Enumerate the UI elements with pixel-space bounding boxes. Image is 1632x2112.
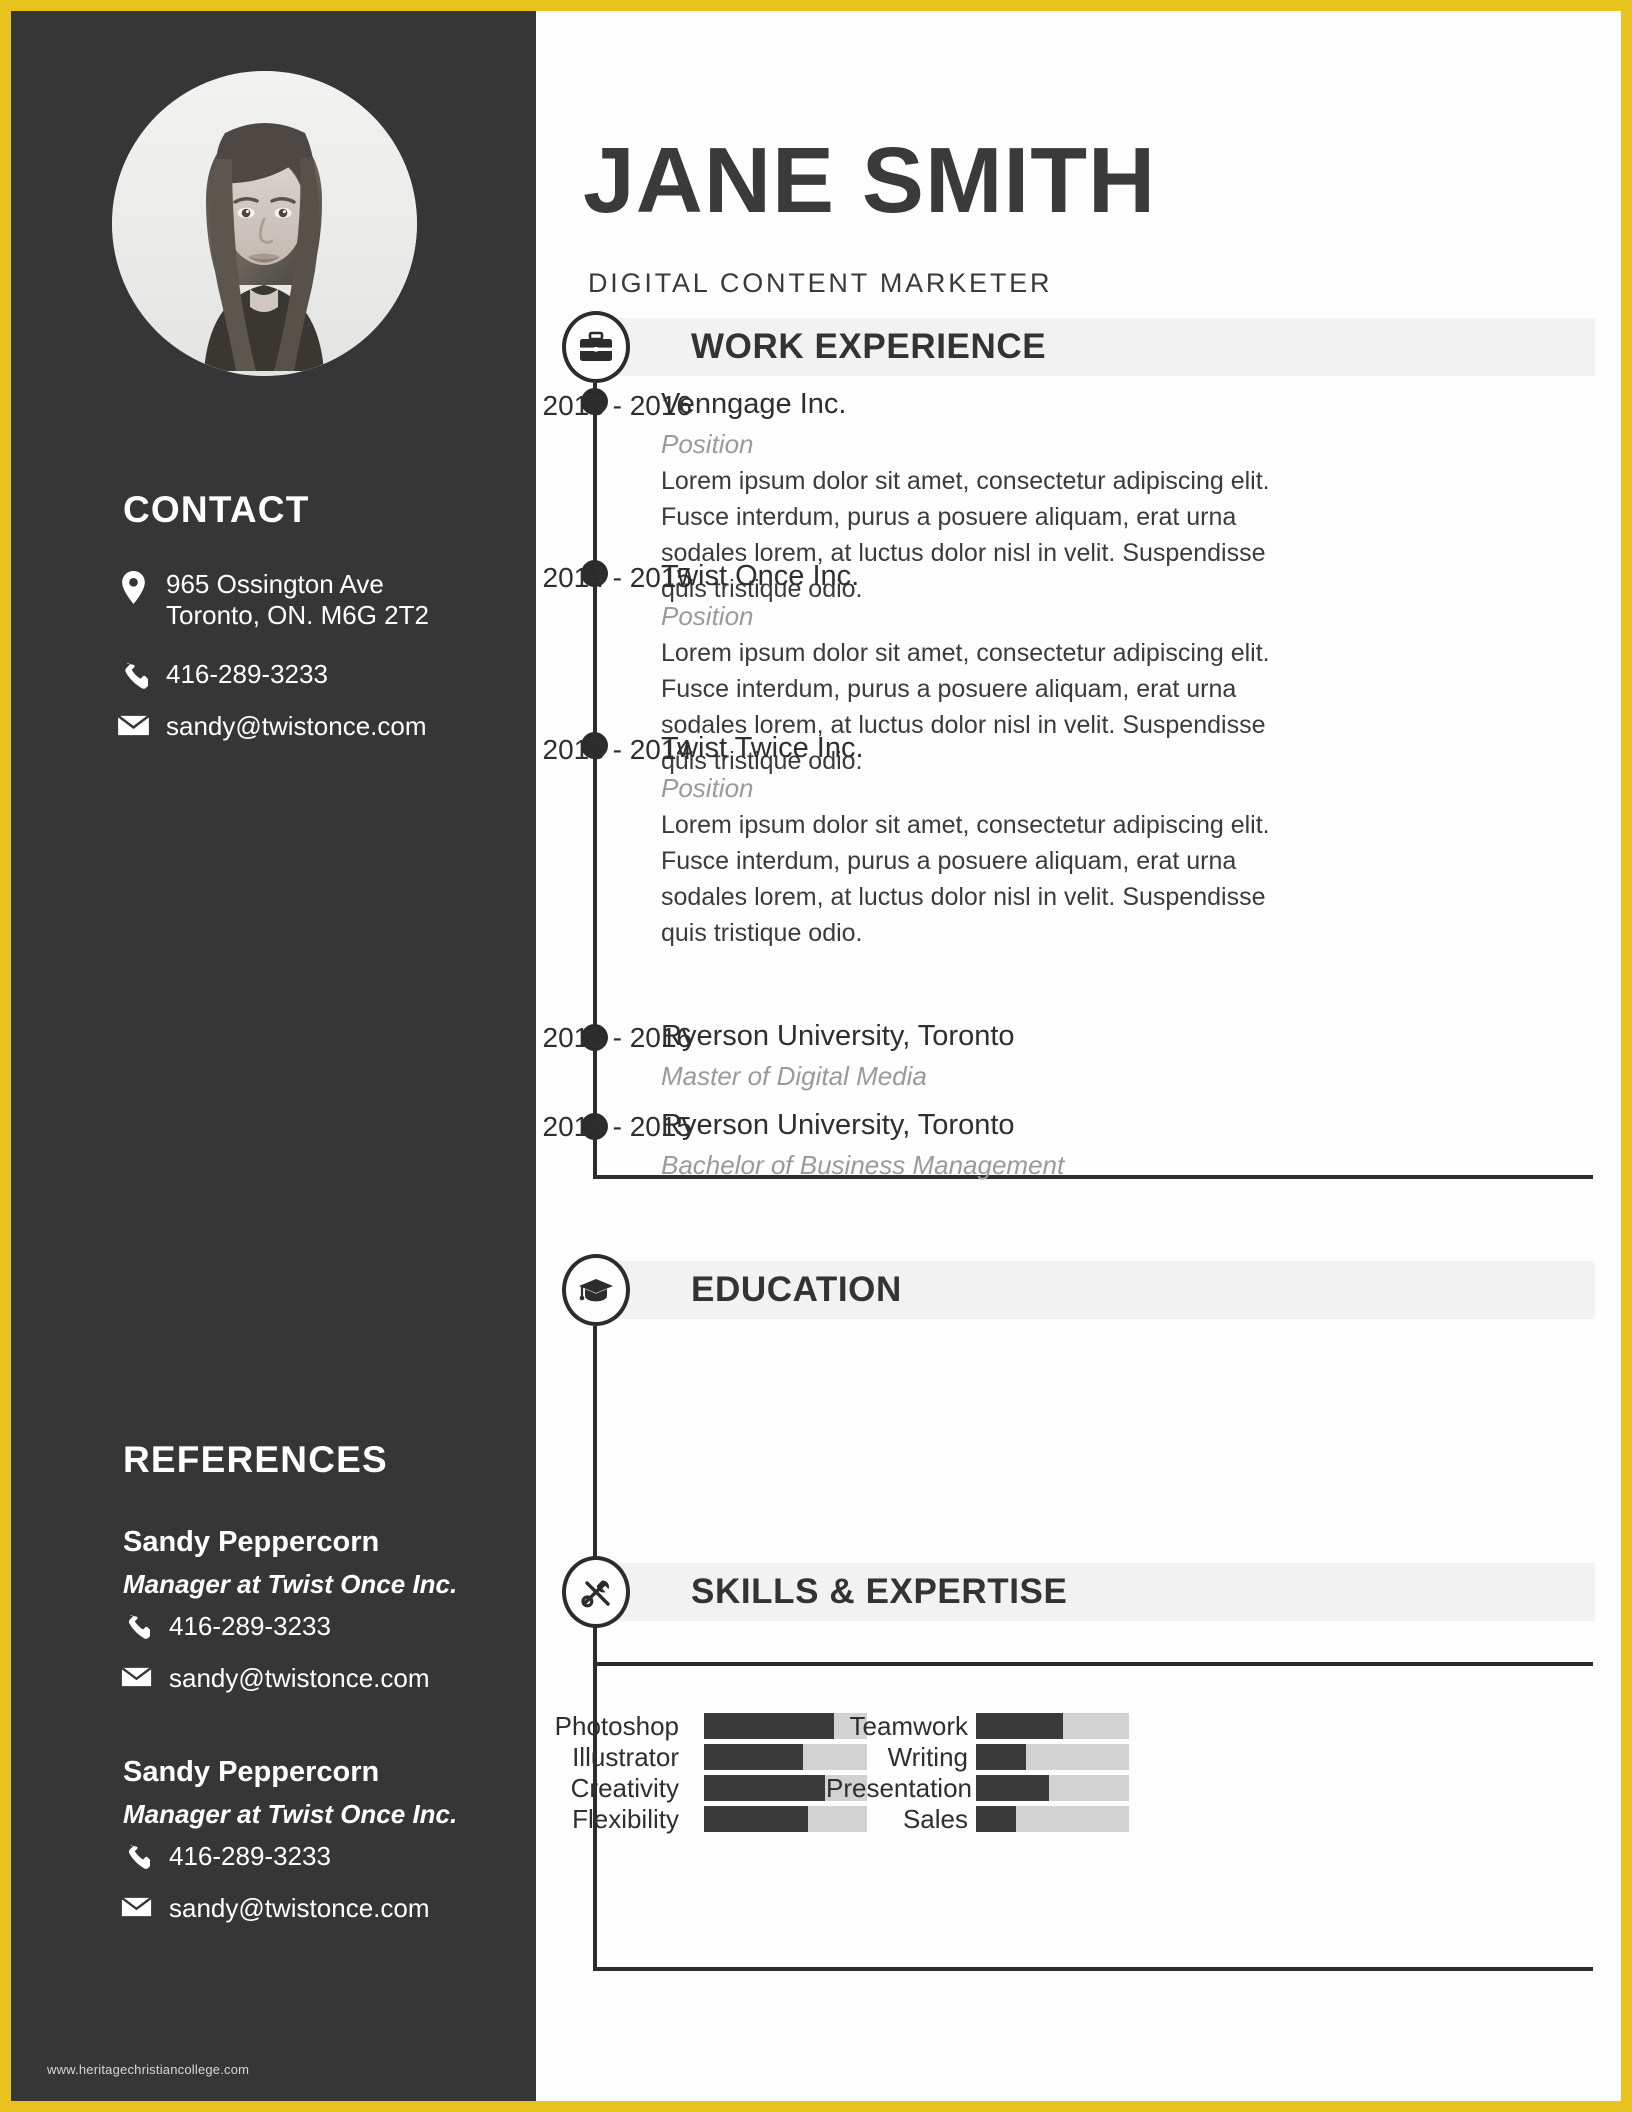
work-entry-description: Lorem ipsum dolor sit amet, consectetur … xyxy=(661,811,1270,947)
skill-bar-fill xyxy=(704,1713,835,1739)
contact-phone-value: 416-289-3233 xyxy=(166,659,328,689)
section-header-skills: SKILLS & EXPERTISE xyxy=(595,1563,1595,1621)
section-header-education: EDUCATION xyxy=(595,1261,1595,1319)
contact-heading: CONTACT xyxy=(123,489,310,530)
skill-bar-fill xyxy=(976,1806,1016,1832)
section-title-education: EDUCATION xyxy=(691,1270,902,1309)
skill-label: Teamwork xyxy=(849,1711,968,1741)
skill-bar xyxy=(976,1713,1129,1739)
watermark: www.heritagechristiancollege.com xyxy=(47,2062,250,2077)
page-border-bottom xyxy=(0,2101,1632,2112)
work-entry-position: Position xyxy=(661,601,754,631)
reference-email-row[interactable]: sandy@twistonce.com xyxy=(114,1893,430,1924)
contact-email-value: sandy@twistonce.com xyxy=(166,711,427,741)
avatar xyxy=(112,71,417,376)
skill-bar-fill xyxy=(976,1775,1050,1801)
skill-bar-fill xyxy=(976,1713,1064,1739)
location-pin-icon xyxy=(111,569,155,604)
tools-icon xyxy=(562,1556,630,1628)
page-border-left xyxy=(0,0,11,2112)
main-content: JANE SMITH DIGITAL CONTENT MARKETER WORK… xyxy=(536,11,1621,2101)
skill-bar xyxy=(976,1806,1129,1832)
envelope-icon xyxy=(114,1893,158,1919)
section-title-skills: SKILLS & EXPERTISE xyxy=(691,1572,1068,1611)
education-entry-degree: Bachelor of Business Management xyxy=(661,1150,1065,1180)
phone-icon xyxy=(114,1611,158,1640)
sidebar: CONTACT 965 Ossington Ave Toronto, ON. M… xyxy=(11,11,536,2101)
page-title: JANE SMITH xyxy=(583,128,1157,232)
envelope-icon xyxy=(114,1663,158,1689)
skill-bar-fill xyxy=(704,1806,809,1832)
skill-label: Presentation xyxy=(826,1773,972,1803)
contact-address-value: 965 Ossington Ave Toronto, ON. M6G 2T2 xyxy=(166,569,429,630)
skills-timeline-foot xyxy=(593,1967,1593,1971)
phone-icon xyxy=(111,659,155,690)
reference-role: Manager at Twist Once Inc. xyxy=(123,1569,458,1599)
skill-label: Flexibility xyxy=(572,1804,679,1834)
reference-phone-row[interactable]: 416-289-3233 xyxy=(114,1611,331,1642)
envelope-icon xyxy=(111,711,155,738)
skill-bar-fill xyxy=(704,1775,825,1801)
education-entry-org: Ryerson University, Toronto xyxy=(661,1020,1015,1052)
contact-item-email[interactable]: sandy@twistonce.com xyxy=(111,711,427,742)
reference-email-value: sandy@twistonce.com xyxy=(169,1893,430,1923)
work-entry-position: Position xyxy=(661,429,754,459)
section-title-work: WORK EXPERIENCE xyxy=(691,327,1047,366)
page-border-right xyxy=(1621,0,1632,2112)
skill-label: Writing xyxy=(887,1742,968,1772)
skill-bar xyxy=(976,1775,1129,1801)
reference-name: Sandy Peppercorn xyxy=(123,1526,380,1558)
reference-phone-row[interactable]: 416-289-3233 xyxy=(114,1841,331,1872)
reference-phone-value: 416-289-3233 xyxy=(169,1841,331,1871)
page-border-top xyxy=(0,0,1632,11)
skill-label: Sales xyxy=(902,1804,968,1834)
work-entry-org: Venngage Inc. xyxy=(661,388,847,420)
phone-icon xyxy=(114,1841,158,1870)
work-timeline-line xyxy=(593,383,597,1179)
resume-page: CONTACT 965 Ossington Ave Toronto, ON. M… xyxy=(0,0,1632,2112)
contact-item-address: 965 Ossington Ave Toronto, ON. M6G 2T2 xyxy=(111,569,429,631)
reference-email-row[interactable]: sandy@twistonce.com xyxy=(114,1663,430,1694)
skill-bar-fill xyxy=(704,1744,804,1770)
work-entry-position: Position xyxy=(661,773,754,803)
skill-label: Creativity xyxy=(570,1773,679,1803)
skill-label: Photoshop xyxy=(554,1711,679,1741)
work-entry-org: Twist Twice Inc. xyxy=(661,732,864,764)
reference-role: Manager at Twist Once Inc. xyxy=(123,1799,458,1829)
graduation-cap-icon xyxy=(562,1254,630,1326)
education-entry-org: Ryerson University, Toronto xyxy=(661,1109,1015,1141)
skill-bar xyxy=(976,1744,1129,1770)
work-entry-org: Twist Once Inc. xyxy=(661,560,860,592)
skill-bar-fill xyxy=(976,1744,1027,1770)
education-entry-degree: Master of Digital Media xyxy=(661,1061,927,1091)
reference-name: Sandy Peppercorn xyxy=(123,1756,380,1788)
briefcase-icon xyxy=(562,311,630,383)
job-subtitle: DIGITAL CONTENT MARKETER xyxy=(588,268,1053,298)
skill-label: Illustrator xyxy=(572,1742,679,1772)
references-heading: REFERENCES xyxy=(123,1439,388,1480)
contact-item-phone[interactable]: 416-289-3233 xyxy=(111,659,328,690)
section-header-work: WORK EXPERIENCE xyxy=(595,318,1595,376)
reference-email-value: sandy@twistonce.com xyxy=(169,1663,430,1693)
reference-phone-value: 416-289-3233 xyxy=(169,1611,331,1641)
education-timeline-foot xyxy=(593,1662,1593,1666)
